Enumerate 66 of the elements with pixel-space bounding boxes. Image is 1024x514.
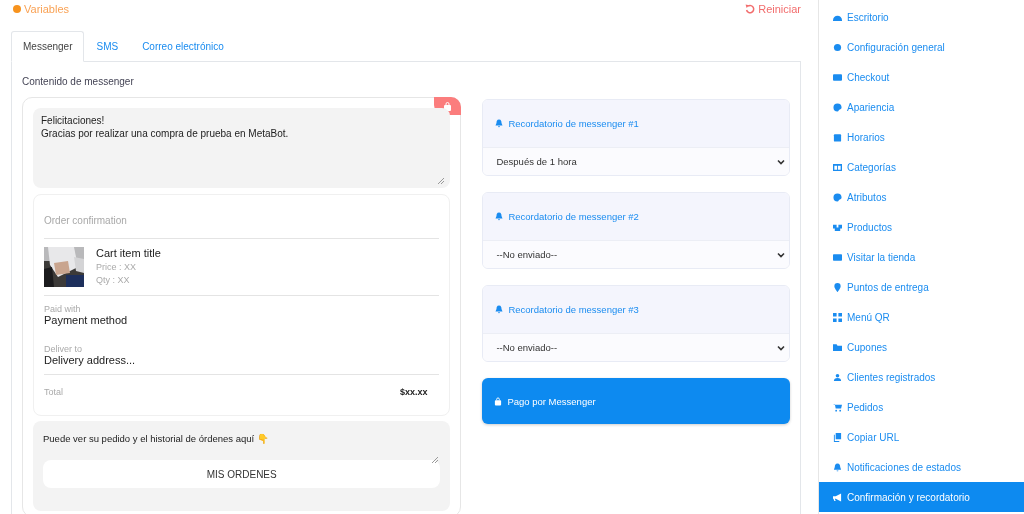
footer-message-text: Puede ver su pedido y el historial de órdenes aquí 👇 [43,433,270,444]
pay-by-messenger-button[interactable]: Pago por Messenger [482,378,790,424]
sidebar-item[interactable]: Atributos [819,182,1024,212]
bell-icon [495,212,504,221]
delivery-address: Delivery address... [44,354,136,366]
payment-method: Payment method [44,314,128,326]
reminder-select[interactable]: --No enviado-- [483,241,789,268]
bag-icon [494,396,503,406]
sidebar-item[interactable]: Escritorio [819,2,1024,32]
message-textarea[interactable]: Felicitaciones! Gracias por realizar una compra de prueba en MetaBot. [33,108,451,188]
pin-icon [833,282,842,292]
reminder-title: Recordatorio de messenger #2 [508,211,639,222]
sidebar-item[interactable]: Cupones [819,332,1024,362]
tab[interactable]: Messenger [11,31,85,62]
bell-icon [495,119,504,128]
message-text: Felicitaciones! Gracias por realizar una compra de prueba en MetaBot. [41,114,290,140]
sidebar-item[interactable]: Checkout [819,62,1024,92]
deliver-to-label: Deliver to [44,344,82,354]
paid-with-label: Paid with [44,304,81,314]
sidebar-item[interactable]: Clientes registrados [819,362,1024,392]
sidebar-item[interactable]: Configuración general [819,32,1024,62]
cart-icon [833,402,842,412]
bell-icon [495,305,504,314]
sidebar-item[interactable]: Horarios [819,122,1024,152]
dot-icon [13,4,21,13]
sidebar-item[interactable]: Confirmación y recordatorio [819,482,1024,512]
my-orders-button[interactable]: MIS ORDENES [43,460,441,488]
resize-handle-icon[interactable] [438,178,445,184]
chevron-down-icon [777,251,785,258]
sidebar-item[interactable]: Copiar URL [819,422,1024,452]
reminder-title: Recordatorio de messenger #3 [508,304,639,315]
megaphone-icon [833,492,842,502]
item-quantity: Qty : XX [96,275,130,285]
sidebar-item[interactable]: Visitar la tienda [819,242,1024,272]
reminder-title: Recordatorio de messenger #1 [508,118,639,129]
sidebar-item[interactable]: Puntos de entrega [819,272,1024,302]
total-label: Total [44,387,63,397]
chevron-down-icon [777,158,785,165]
sidebar-item[interactable]: Productos [819,212,1024,242]
order-title: Order confirmation [44,215,440,239]
section-title: Contenido de messenger [22,76,135,87]
tab[interactable]: SMS [84,31,131,62]
sidebar-item[interactable]: Pedidos [819,392,1024,422]
columns-icon [833,162,842,172]
resize-handle-icon[interactable] [432,457,439,463]
reminder-select[interactable]: Después de 1 hora [483,148,789,175]
variables-link[interactable]: Variables [13,2,70,15]
reminder-select[interactable]: --No enviado-- [483,334,789,361]
item-price: Price : XX [96,262,136,272]
sidebar-item[interactable]: Categorías [819,152,1024,182]
reset-link[interactable]: Reiniciar [745,2,801,15]
sidebar-item[interactable]: Menú QR [819,302,1024,332]
undo-icon [745,3,756,14]
sidebar-item[interactable]: Apariencia [819,92,1024,122]
users-icon [833,372,842,382]
folder-icon [833,342,842,352]
boxes-icon [833,222,842,232]
grid-icon [833,312,842,322]
chevron-down-icon [777,344,785,351]
bell-icon [833,462,842,472]
item-title: Cart item title [96,247,161,259]
copy-icon [833,432,842,442]
card-icon [833,72,842,82]
sidebar-item[interactable]: Notificaciones de estados [819,452,1024,482]
tab[interactable]: Correo electrónico [130,31,236,62]
total-amount: $xx.xx [399,387,428,397]
